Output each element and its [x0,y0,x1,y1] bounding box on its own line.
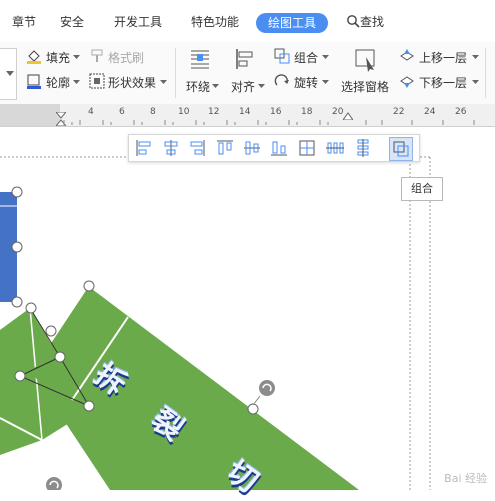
menu-tab-bar: 章节 安全 开发工具 特色功能 绘图工具 查找 [0,0,495,42]
distribute-icon[interactable] [297,138,317,158]
bring-forward-dropdown-icon[interactable] [472,55,479,60]
wrap-button[interactable]: 环绕 [186,78,210,95]
group-button[interactable]: 组合 [294,49,318,66]
bring-forward-button[interactable]: 上移一层 [419,49,467,66]
ribbon-separator-right [485,48,486,98]
tab-chapter[interactable]: 章节 [12,12,36,32]
resize-handle[interactable] [11,186,23,198]
align-top-icon[interactable] [215,138,235,158]
align-right-icon[interactable] [187,138,207,158]
resize-handle[interactable] [45,325,57,337]
selection-pane-button[interactable]: 选择窗格 [341,78,389,95]
fill-dropdown-icon[interactable] [73,55,80,60]
outline-button[interactable]: 轮廓 [46,74,70,91]
align-icon[interactable] [234,48,256,70]
distribute-vertical-icon[interactable] [353,138,373,158]
align-bottom-icon[interactable] [269,138,289,158]
tab-developer-tools[interactable]: 开发工具 [114,12,162,32]
format-brush-icon [91,49,103,62]
group-dropdown-icon[interactable] [322,55,329,60]
shape-effects-icon[interactable] [89,73,105,89]
wrap-dropdown-icon[interactable] [212,84,219,89]
wrap-text-icon[interactable] [189,48,211,70]
selection-pane-icon[interactable] [354,48,378,72]
align-button[interactable]: 对齐 [231,78,255,95]
align-dropdown-icon[interactable] [258,84,265,89]
resize-handle[interactable] [247,403,259,415]
resize-handle[interactable] [11,296,23,308]
group-icon[interactable] [274,48,290,64]
fill-button[interactable]: 填充 [46,49,70,66]
resize-handle[interactable] [11,241,23,253]
tab-find-label: 查找 [360,15,385,29]
send-backward-button[interactable]: 下移一层 [419,74,467,91]
rotate-button[interactable]: 旋转 [294,74,318,91]
send-backward-icon[interactable] [399,73,415,89]
send-backward-dropdown-icon[interactable] [472,80,479,85]
tooltip: 组合 [401,177,443,201]
resize-handle[interactable] [14,370,26,382]
search-icon [347,15,360,28]
tab-find[interactable]: 查找 [346,12,384,32]
resize-handle[interactable] [25,302,37,314]
style-gallery-edge[interactable] [0,48,17,100]
ribbon-separator [175,48,176,98]
floating-align-toolbar [128,134,420,162]
tab-drawing-tools[interactable]: 绘图工具 [256,13,329,33]
resize-handle[interactable] [54,351,66,363]
ruler-ticks [63,120,475,125]
rotate-dropdown-icon[interactable] [322,80,329,85]
group-icon [393,141,409,157]
resize-handle[interactable] [83,280,95,292]
shape-effects-dropdown-icon[interactable] [160,80,167,85]
resize-handle[interactable] [83,400,95,412]
rotate-icon[interactable] [274,73,290,89]
align-center-icon[interactable] [161,138,181,158]
horizontal-ruler[interactable]: 4 6 8 10 12 14 16 18 20 22 24 26 [0,104,495,127]
tab-special-features[interactable]: 特色功能 [191,12,239,32]
tab-security[interactable]: 安全 [60,12,84,32]
rotate-handle-icon[interactable] [46,477,62,490]
align-middle-icon[interactable] [242,138,262,158]
align-left-icon[interactable] [134,138,154,158]
format-brush-button[interactable]: 格式刷 [108,49,144,66]
bring-forward-icon[interactable] [399,48,415,64]
watermark: Bai 经验 [444,472,487,485]
fill-bucket-icon[interactable] [26,48,42,64]
rotate-handle-icon[interactable] [252,380,275,406]
outline-dropdown-icon[interactable] [73,80,80,85]
shape-effects-button[interactable]: 形状效果 [108,74,156,91]
outline-pen-icon[interactable] [26,73,42,89]
ribbon-toolbar: 填充 格式刷 轮廓 形状效果 环绕 对齐 组合 旋转 选择窗格 上移一层 下移一… [0,42,495,105]
distribute-horizontal-icon[interactable] [325,138,345,158]
group-button-selected[interactable] [389,137,413,161]
